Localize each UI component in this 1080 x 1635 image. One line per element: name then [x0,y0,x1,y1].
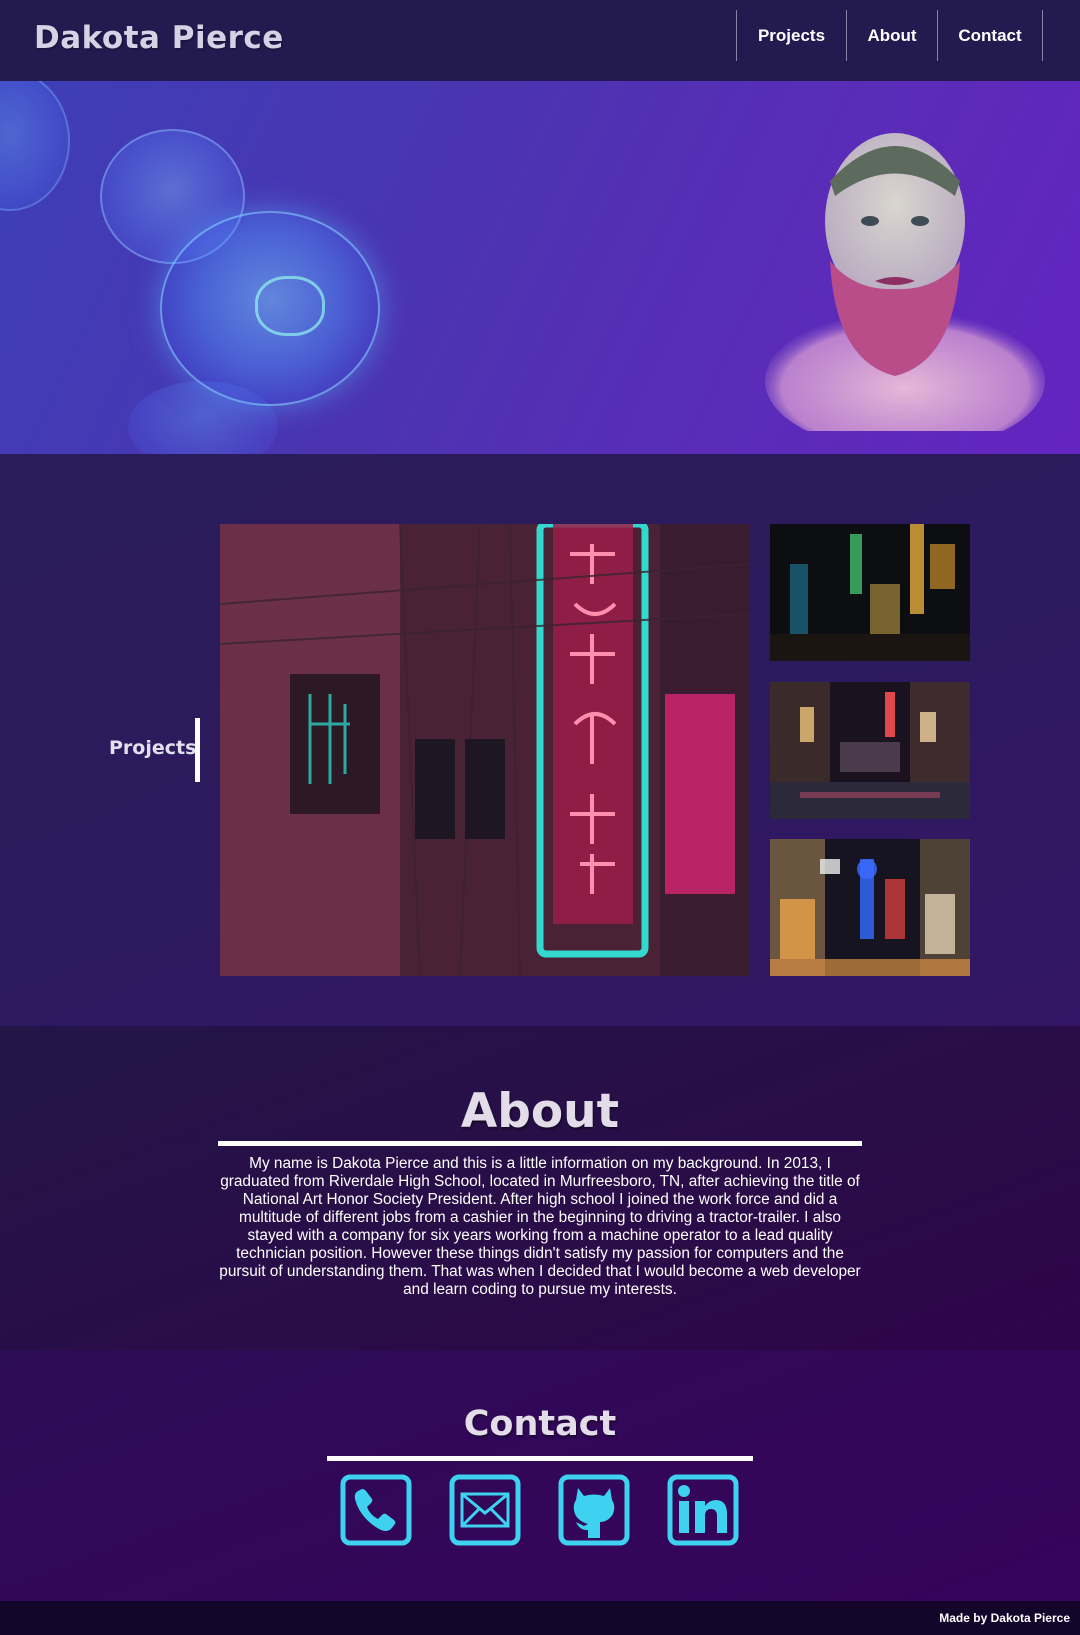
project-thumbnail[interactable] [770,682,970,819]
contact-divider [327,1456,753,1461]
contact-heading: Contact [463,1404,617,1444]
project-image-main[interactable] [220,524,750,976]
projects-label-bar [195,718,200,782]
github-icon[interactable] [558,1474,630,1546]
footer-credit: Made by Dakota Pierce [939,1611,1070,1625]
about-divider [218,1141,862,1146]
nav-link-about[interactable]: About [846,10,938,61]
phone-icon[interactable] [340,1474,412,1546]
project-thumbnail[interactable] [770,524,970,661]
jellyfish-detail [255,276,325,336]
linkedin-icon[interactable] [667,1474,739,1546]
about-heading: About [460,1084,620,1139]
main-nav: Projects About Contact [736,10,1043,61]
contact-section [0,1350,1080,1601]
nav-link-contact[interactable]: Contact [937,10,1043,61]
site-footer: Made by Dakota Pierce [0,1601,1080,1635]
projects-side-label: Projects [109,737,197,759]
mail-icon[interactable] [449,1474,521,1546]
hero-banner [0,81,1080,454]
brand-title[interactable]: Dakota Pierce [34,20,284,56]
nav-link-projects[interactable]: Projects [736,10,847,61]
jellyfish-image [0,81,70,211]
profile-portrait [765,133,1045,431]
project-thumbnail[interactable] [770,839,970,976]
about-paragraph: My name is Dakota Pierce and this is a l… [219,1155,861,1298]
site-header: Dakota Pierce Projects About Contact [0,0,1080,81]
